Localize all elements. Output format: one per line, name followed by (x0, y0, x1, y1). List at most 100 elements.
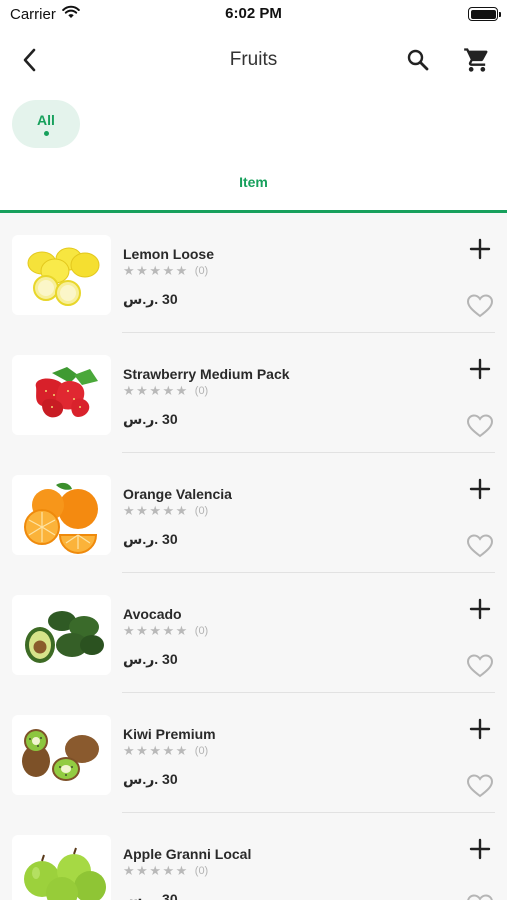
star-icon: ★ (123, 383, 135, 398)
orange-image (12, 475, 111, 555)
plus-icon (469, 718, 491, 740)
navigation-bar: Fruits (0, 34, 507, 86)
star-icon: ★ (149, 503, 161, 518)
product-name: Apple Granni Local (123, 846, 252, 862)
product-rating: ★ ★ ★ ★ ★ (0) (123, 263, 208, 278)
product-price: 30 .ر.س (123, 411, 178, 427)
heart-icon (466, 774, 494, 798)
star-icon: ★ (136, 623, 148, 638)
star-icon: ★ (136, 743, 148, 758)
product-name: Avocado (123, 606, 182, 622)
favorite-button[interactable] (464, 651, 496, 681)
product-rating: ★ ★ ★ ★ ★ (0) (123, 743, 208, 758)
product-price: 30 .ر.س (123, 771, 178, 787)
strawberry-image (12, 355, 111, 435)
product-item[interactable]: Strawberry Medium Pack ★ ★ ★ ★ ★ (0) 30 .ر.س (0, 333, 507, 453)
product-name: Kiwi Premium (123, 726, 216, 742)
rating-stars: ★ ★ ★ ★ ★ (123, 263, 189, 278)
rating-count: (0) (194, 384, 209, 397)
heart-icon (466, 654, 494, 678)
plus-icon (469, 358, 491, 380)
rating-stars: ★ ★ ★ ★ ★ (123, 863, 189, 878)
star-icon: ★ (149, 743, 161, 758)
add-to-cart-button[interactable] (466, 235, 494, 263)
star-icon: ★ (175, 863, 188, 878)
kiwi-image (12, 715, 111, 795)
star-icon: ★ (149, 383, 161, 398)
star-icon: ★ (136, 863, 148, 878)
star-icon: ★ (123, 503, 135, 518)
search-button[interactable] (402, 44, 434, 76)
star-icon: ★ (162, 863, 175, 878)
apple-image (12, 835, 111, 900)
filter-chip-label: All (37, 112, 55, 128)
add-to-cart-button[interactable] (466, 595, 494, 623)
plus-icon (469, 238, 491, 260)
star-icon: ★ (149, 623, 161, 638)
star-icon: ★ (149, 263, 161, 278)
star-icon: ★ (175, 263, 188, 278)
rating-stars: ★ ★ ★ ★ ★ (123, 623, 189, 638)
cart-button[interactable] (460, 44, 494, 76)
plus-icon (469, 598, 491, 620)
product-price: 30 .ر.س (123, 891, 178, 900)
product-item[interactable]: Orange Valencia ★ ★ ★ ★ ★ (0) 30 .ر.س (0, 453, 507, 573)
product-rating: ★ ★ ★ ★ ★ (0) (123, 623, 208, 638)
product-name: Strawberry Medium Pack (123, 366, 290, 382)
tab-item[interactable]: Item (0, 174, 507, 190)
star-icon: ★ (175, 503, 188, 518)
favorite-button[interactable] (464, 531, 496, 561)
rating-count: (0) (194, 624, 209, 637)
favorite-button[interactable] (464, 891, 496, 900)
heart-icon (466, 534, 494, 558)
product-rating: ★ ★ ★ ★ ★ (0) (123, 383, 208, 398)
status-bar: Carrier 6:02 PM (0, 0, 507, 28)
product-name: Lemon Loose (123, 246, 215, 262)
star-icon: ★ (175, 743, 188, 758)
star-icon: ★ (162, 623, 175, 638)
plus-icon (469, 838, 491, 860)
battery-level (470, 9, 496, 19)
favorite-button[interactable] (464, 411, 496, 441)
heart-icon (466, 414, 494, 438)
battery-icon (468, 7, 501, 21)
filter-chip-all[interactable]: All (12, 100, 80, 148)
heart-icon (467, 894, 493, 900)
rating-stars: ★ ★ ★ ★ ★ (123, 503, 189, 518)
rating-count: (0) (194, 504, 209, 517)
star-icon: ★ (123, 863, 135, 878)
avocado-image (12, 595, 111, 675)
product-list: Lemon Loose ★ ★ ★ ★ ★ (0) 30 .ر.س Strawb… (0, 213, 507, 900)
star-icon: ★ (175, 623, 188, 638)
cart-icon (464, 48, 488, 72)
favorite-button[interactable] (464, 291, 496, 321)
rating-count: (0) (194, 744, 209, 757)
product-price: 30 .ر.س (123, 531, 178, 547)
back-button[interactable] (14, 44, 46, 76)
star-icon: ★ (149, 863, 161, 878)
product-price: 30 .ر.س (123, 291, 178, 307)
add-to-cart-button[interactable] (466, 355, 494, 383)
product-rating: ★ ★ ★ ★ ★ (0) (123, 863, 208, 878)
star-icon: ★ (162, 743, 175, 758)
rating-stars: ★ ★ ★ ★ ★ (123, 743, 189, 758)
search-icon (407, 49, 429, 71)
add-to-cart-button[interactable] (466, 475, 494, 503)
star-icon: ★ (136, 503, 148, 518)
star-icon: ★ (123, 743, 135, 758)
clock: 6:02 PM (225, 5, 282, 22)
star-icon: ★ (123, 263, 135, 278)
favorite-button[interactable] (464, 771, 496, 801)
product-item[interactable]: Kiwi Premium ★ ★ ★ ★ ★ (0) 30 .ر.س (0, 693, 507, 813)
add-to-cart-button[interactable] (466, 835, 494, 863)
add-to-cart-button[interactable] (466, 715, 494, 743)
product-item[interactable]: Avocado ★ ★ ★ ★ ★ (0) 30 .ر.س (0, 573, 507, 693)
product-item[interactable]: Apple Granni Local ★ ★ ★ ★ ★ (0) 30 .ر.س (0, 813, 507, 900)
product-item[interactable]: Lemon Loose ★ ★ ★ ★ ★ (0) 30 .ر.س (0, 213, 507, 333)
selected-dot-indicator (43, 131, 49, 136)
product-name: Orange Valencia (123, 486, 232, 502)
lemon-image (12, 235, 111, 315)
star-icon: ★ (175, 383, 188, 398)
star-icon: ★ (136, 263, 148, 278)
star-icon: ★ (162, 503, 175, 518)
